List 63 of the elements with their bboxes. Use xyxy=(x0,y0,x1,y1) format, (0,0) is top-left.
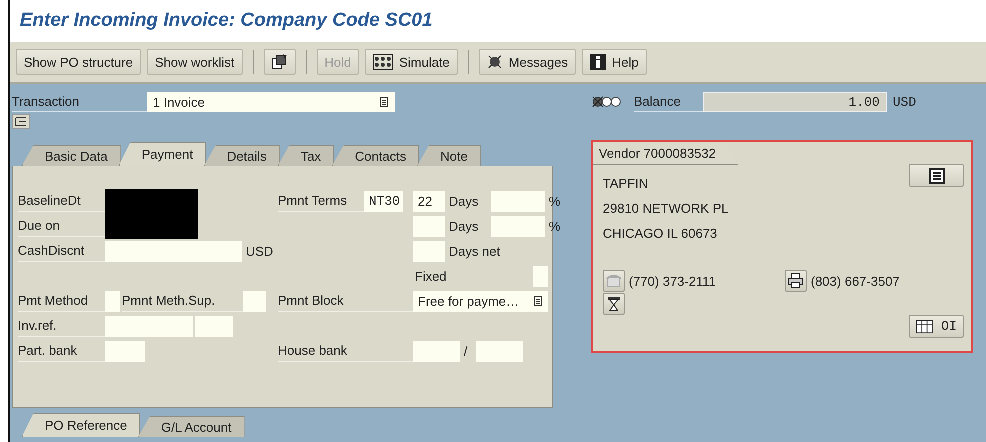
tab[interactable]: Note xyxy=(417,145,481,166)
traffic-light-icon xyxy=(592,96,622,108)
tab[interactable]: Contacts xyxy=(332,145,420,166)
field-label: Days xyxy=(448,219,480,234)
document-refresh-icon xyxy=(272,54,288,70)
hierarchy-icon xyxy=(15,116,27,126)
tree-toggle-button[interactable] xyxy=(12,114,30,129)
table-icon xyxy=(916,318,934,334)
field-label: Fixed xyxy=(414,269,448,284)
hourglass-button[interactable] xyxy=(603,293,625,315)
input-field[interactable] xyxy=(413,241,445,262)
transaction-dropdown[interactable]: 1 Invoice xyxy=(147,92,395,112)
input-field[interactable] xyxy=(195,316,233,337)
input-field[interactable] xyxy=(105,341,145,362)
input-field[interactable] xyxy=(491,216,545,237)
input-field[interactable] xyxy=(413,216,445,237)
tab[interactable]: Details xyxy=(204,145,280,166)
address-button[interactable] xyxy=(909,164,964,187)
toolbar-button[interactable]: Help xyxy=(582,49,647,75)
toolbar-button[interactable]: Messages xyxy=(478,49,576,75)
separator-label: / xyxy=(463,344,469,359)
payment-block-dropdown[interactable]: Free for payme… xyxy=(413,291,548,312)
dropdown-icon xyxy=(380,96,389,108)
phone-number: (770) 373-2111 xyxy=(629,274,717,288)
input-field[interactable] xyxy=(105,316,193,337)
document-icon xyxy=(928,168,944,184)
printer-icon xyxy=(788,273,804,289)
tab[interactable]: Basic Data xyxy=(22,145,121,166)
open-items-button[interactable]: OI xyxy=(909,315,964,338)
input-field[interactable]: 22 xyxy=(413,191,445,212)
field-label: Days xyxy=(448,194,480,209)
tab[interactable]: PO Reference xyxy=(22,413,140,437)
toolbar-button[interactable]: Show worklist xyxy=(147,49,243,75)
input-field[interactable] xyxy=(413,341,460,362)
input-field[interactable] xyxy=(476,341,523,362)
currency-label: USD xyxy=(245,244,274,259)
fax-button[interactable] xyxy=(785,270,807,292)
checkbox-field[interactable] xyxy=(533,266,548,287)
toolbar-button[interactable]: Show PO structure xyxy=(16,49,142,75)
balance-field: 1.00 xyxy=(703,92,887,112)
address-line: TAPFIN xyxy=(603,175,648,193)
input-field[interactable] xyxy=(105,241,242,262)
currency-label: USD xyxy=(892,94,918,110)
input-field[interactable] xyxy=(243,291,266,312)
address-line: 29810 NETWORK PL xyxy=(603,200,729,218)
input-field[interactable] xyxy=(491,191,545,212)
telephone-icon xyxy=(606,274,622,288)
field-label: Days net xyxy=(448,244,502,259)
tab[interactable]: Payment xyxy=(118,142,206,166)
bug-icon xyxy=(486,54,503,70)
dots-grid-icon xyxy=(373,54,394,70)
info-icon xyxy=(590,54,606,70)
input-field[interactable]: NT30 xyxy=(364,191,403,212)
copy-button[interactable] xyxy=(264,49,296,75)
hourglass-icon xyxy=(607,296,621,312)
window-title: Enter Incoming Invoice: Company Code SC01 xyxy=(20,10,433,32)
input-field[interactable] xyxy=(105,291,120,312)
address-line: CHICAGO IL 60673 xyxy=(603,225,718,243)
tab[interactable]: Tax xyxy=(278,145,334,166)
fax-number: (803) 667-3507 xyxy=(811,274,901,288)
toolbar-button[interactable]: Simulate xyxy=(365,49,458,75)
dropdown-icon xyxy=(534,296,543,307)
tab[interactable]: G/L Account xyxy=(138,416,245,437)
